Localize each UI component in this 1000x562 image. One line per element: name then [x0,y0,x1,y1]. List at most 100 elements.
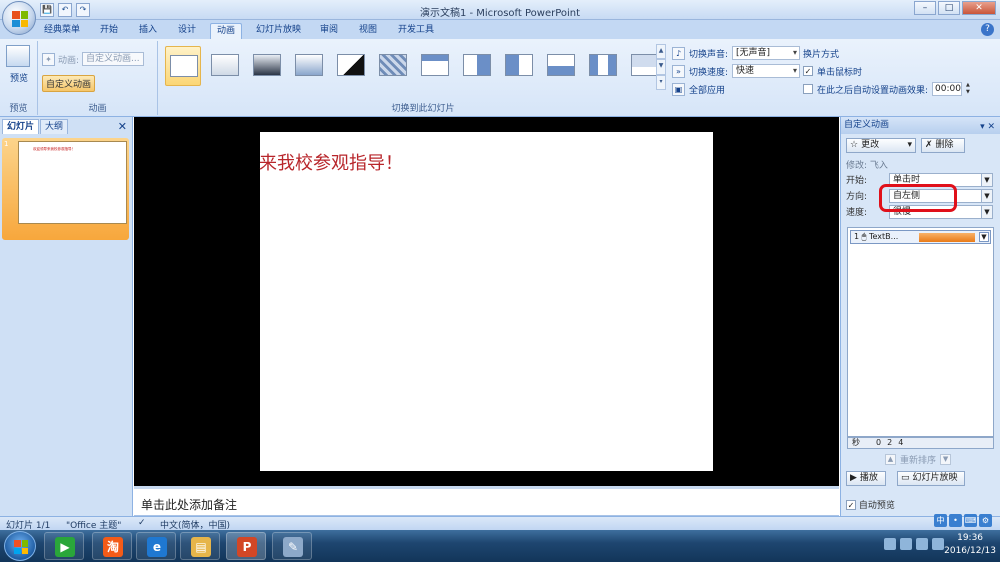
reorder-label: 重新排序 [900,456,937,466]
slide-thumbnail[interactable]: 欢迎领导来我校参观指导！ [18,141,127,224]
preview-group-label: 预览 [9,104,28,114]
transition-dissolve[interactable] [291,46,327,86]
volume-icon[interactable] [932,538,944,550]
gallery-down-icon[interactable]: ▼ [656,59,666,75]
folder-icon[interactable]: ▤ [180,532,220,560]
animation-combo[interactable]: 自定义动画... [82,52,144,66]
paint-icon[interactable]: ✎ [272,532,312,560]
media-player-icon[interactable]: ▶ [44,532,84,560]
on-click-checkbox[interactable]: ✓ [803,66,813,76]
spellcheck-icon[interactable]: ✓ [138,518,146,528]
list-item[interactable]: 1 🖱 TextB... ▼ [850,230,991,244]
tab-outline[interactable]: 大纲 [40,119,69,134]
help-icon[interactable]: ? [981,23,994,36]
tab-developer[interactable]: 开发工具 [392,23,440,39]
network-icon[interactable] [916,538,928,550]
start-button[interactable] [4,531,36,561]
transition-wipe-right[interactable] [501,46,537,86]
chevron-down-icon[interactable]: ▼ [979,232,989,242]
tray-icon[interactable] [884,538,896,550]
transition-fade-smooth[interactable] [207,46,243,86]
move-up-icon[interactable]: ▲ [885,454,896,465]
sound-icon: ♪ [672,46,685,60]
system-tray [884,538,944,550]
transition-checker[interactable] [375,46,411,86]
tab-slides[interactable]: 幻灯片 [2,119,40,134]
clock[interactable]: 19:36 2016/12/13 [944,532,996,558]
tab-classic-menu[interactable]: 经典菜单 [38,23,86,39]
custom-animation-button[interactable]: 自定义动画 [42,74,96,92]
transition-wipe-left[interactable] [459,46,495,86]
transition-wipe-up[interactable] [543,46,579,86]
speed-label: 速度: [846,208,868,218]
transition-speed-select[interactable]: 快速 [732,64,801,78]
minimize-icon[interactable]: – [914,1,936,15]
keyboard-icon[interactable]: ⌨ [964,514,977,527]
slide-thumbnail-selected[interactable]: 1 欢迎领导来我校参观指导！ [2,138,129,240]
transition-cut-black[interactable] [333,46,369,86]
delete-label: 删除 [935,140,954,150]
tray-icon[interactable] [900,538,912,550]
clock-date: 2016/12/13 [944,546,996,556]
slideshow-button[interactable]: ▭ 幻灯片放映 [897,471,965,486]
delete-button[interactable]: ✗ 删除 [921,138,965,153]
autopreview-checkbox[interactable]: ✓ [846,500,856,510]
start-label: 开始: [846,176,868,186]
timing-bar [919,233,975,242]
time-input[interactable]: 00:00 [932,82,963,96]
apply-all-icon: ▣ [672,82,685,96]
animation-row: ✦ 动画: 自定义动画... [42,51,144,67]
modify-label: 修改: 飞入 [846,161,888,171]
office-button[interactable] [2,1,36,35]
notes-pane[interactable]: 单击此处添加备注 [134,486,839,516]
direction-label: 方向: [846,192,868,202]
slide-title-text[interactable]: 来我校参观指导！ [259,149,403,175]
apply-all-button[interactable]: 全部应用 [689,83,725,96]
tab-animations[interactable]: 动画 [210,23,243,39]
preview-button[interactable]: 预览 [0,71,38,84]
transition-none[interactable] [165,46,201,86]
tab-slideshow[interactable]: 幻灯片放映 [250,23,307,39]
taobao-icon[interactable]: 淘 [92,532,132,560]
settings-icon[interactable]: ⚙ [979,514,992,527]
animation-list[interactable]: 1 🖱 TextB... ▼ [847,227,994,437]
transition-fade-black[interactable] [249,46,285,86]
transition-sound-select[interactable]: [无声音] [732,46,801,60]
preview-group: 预览 预览 [0,41,38,115]
play-button[interactable]: ▶ 播放 [846,471,886,486]
move-down-icon[interactable]: ▼ [940,454,952,465]
close-icon[interactable]: ✕ [118,120,127,133]
transition-wipe-down[interactable] [417,46,453,86]
preview-icon[interactable] [6,45,30,67]
ie-icon[interactable]: e [136,532,176,560]
close-icon[interactable]: ✕ [962,1,996,15]
time-spinner[interactable]: ▲ ▼ [966,82,974,96]
ime-toolbar: 中 • ⌨ ⚙ [934,514,992,527]
slide-thumbnail-text: 欢迎领导来我校参观指导！ [33,147,75,151]
transition-split[interactable] [585,46,621,86]
tab-insert[interactable]: 插入 [133,23,163,39]
change-button[interactable]: ☆ 更改 ▾ [846,138,916,153]
gallery-up-icon[interactable]: ▲ [656,44,666,60]
slide[interactable]: 来我校参观指导！ [259,132,713,471]
after-time-checkbox[interactable] [803,84,813,94]
tab-design[interactable]: 设计 [172,23,202,39]
slide-canvas: 来我校参观指导！ [134,117,839,486]
notes-placeholder[interactable]: 单击此处添加备注 [141,496,237,513]
highlight-ring [879,184,957,212]
maximize-icon[interactable]: □ [938,1,960,15]
transition-speed-label: 切换速度: [689,67,729,78]
timeline-unit[interactable]: 秒 [852,438,860,448]
pane-close-icon[interactable]: ▾ ✕ [980,119,995,136]
slideshow-label: 幻灯片放映 [912,473,958,483]
autopreview-label: 自动预览 [858,501,895,511]
tab-review[interactable]: 审阅 [314,23,344,39]
ime-icon[interactable]: 中 [934,514,947,527]
tab-view[interactable]: 视图 [353,23,383,39]
mouse-icon: 🖱 [861,232,867,241]
powerpoint-icon[interactable]: P [226,532,266,560]
panel-tabs: 幻灯片 大纲 ✕ [0,119,133,134]
gallery-more-icon[interactable]: ▾ [656,74,666,90]
punctuation-icon[interactable]: • [949,514,962,527]
tab-home[interactable]: 开始 [94,23,124,39]
